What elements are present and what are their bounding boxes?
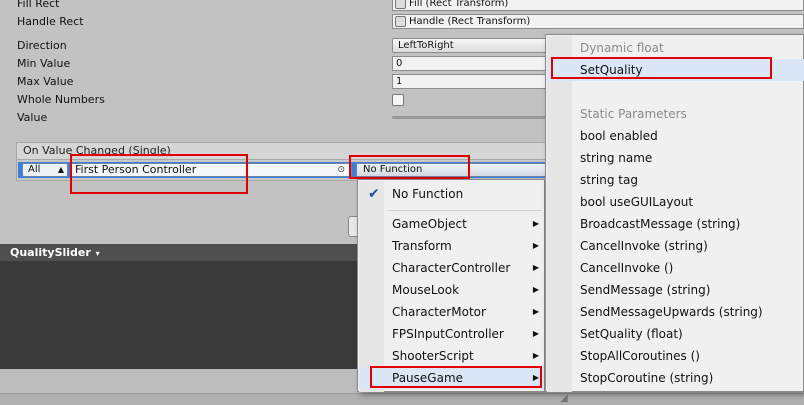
menu-item-sendmessageupwards[interactable]: SendMessageUpwards (string) (547, 301, 804, 323)
section-dynamic-float: Dynamic float (580, 41, 664, 55)
menu-item-label: CancelInvoke (string) (580, 239, 708, 253)
dropdown-arrow-icon: ▲ (57, 165, 64, 174)
fill-rect-value: Fill (Rect Transform) (409, 0, 509, 9)
whole-numbers-label: Whole Numbers (17, 93, 105, 106)
menu-item-label: Transform (392, 239, 452, 253)
menu-item-string-tag[interactable]: string tag (547, 169, 804, 191)
handle-rect-label: Handle Rect (17, 15, 84, 28)
method-menu: Dynamic float SetQuality Static Paramete… (545, 34, 804, 392)
min-value-field[interactable]: 0 (392, 56, 552, 71)
resize-grip-icon[interactable]: ◢ (560, 394, 572, 404)
submenu-arrow-icon: ▶ (532, 329, 539, 338)
menu-item-label: string name (580, 151, 653, 165)
submenu-arrow-icon: ▶ (532, 307, 539, 316)
component-menu: ✔ No Function GameObject ▶ Transform ▶ C… (357, 179, 545, 392)
menu-item-gameobject[interactable]: GameObject ▶ (359, 213, 544, 235)
dropdown-arrow-icon[interactable]: ▾ (93, 249, 100, 258)
menu-item-setquality-static[interactable]: SetQuality (float) (547, 323, 804, 345)
runtime-option-dropdown[interactable]: All ▲ (22, 163, 68, 177)
status-bar (0, 393, 804, 405)
menu-item-label: string tag (580, 173, 638, 187)
menu-item-stopcoroutine[interactable]: StopCoroutine (string) (547, 367, 804, 389)
rect-transform-icon (395, 0, 406, 9)
setquality-highlight-box (551, 57, 772, 79)
menu-item-label: CharacterController (392, 261, 511, 275)
min-value-value: 0 (396, 58, 403, 69)
menu-item-label: MouseLook (392, 283, 460, 297)
menu-item-charactercontroller[interactable]: CharacterController ▶ (359, 257, 544, 279)
menu-item-label: GameObject (392, 217, 467, 231)
direction-value: LeftToRight (398, 40, 454, 51)
menu-item-label: FPSInputController (392, 327, 504, 341)
menu-item-bool-useguilayout[interactable]: bool useGUILayout (547, 191, 804, 213)
menu-item-string-name[interactable]: string name (547, 147, 804, 169)
menu-item-charactermotor[interactable]: CharacterMotor ▶ (359, 301, 544, 323)
submenu-arrow-icon: ▶ (532, 351, 539, 360)
menu-item-sendmessage[interactable]: SendMessage (string) (547, 279, 804, 301)
value-label: Value (17, 111, 48, 124)
target-highlight-box (70, 154, 248, 194)
menu-item-transform[interactable]: Transform ▶ (359, 235, 544, 257)
menu-item-mouselook[interactable]: MouseLook ▶ (359, 279, 544, 301)
menu-item-shooterscript[interactable]: ShooterScript ▶ (359, 345, 544, 367)
pausegame-highlight-box (370, 366, 542, 388)
menu-item-cancelinvoke-string[interactable]: CancelInvoke (string) (547, 235, 804, 257)
function-highlight-box (349, 155, 470, 179)
direction-dropdown[interactable]: LeftToRight (392, 38, 552, 53)
max-value-field[interactable]: 1 (392, 74, 552, 89)
menu-item-label: SetQuality (float) (580, 327, 683, 341)
menu-item-label: BroadcastMessage (string) (580, 217, 741, 231)
menu-item-label: bool useGUILayout (580, 195, 694, 209)
section-static-parameters: Static Parameters (580, 107, 687, 121)
menu-item-label: SendMessageUpwards (string) (580, 305, 763, 319)
rect-transform-icon (395, 16, 406, 27)
menu-item-label: StopAllCoroutines () (580, 349, 700, 363)
max-value-label: Max Value (17, 75, 74, 88)
whole-numbers-checkbox[interactable] (392, 94, 404, 106)
menu-separator (388, 210, 542, 211)
direction-label: Direction (17, 39, 67, 52)
menu-item-label: CancelInvoke () (580, 261, 674, 275)
submenu-arrow-icon: ▶ (532, 219, 539, 228)
menu-item-label: ShooterScript (392, 349, 474, 363)
runtime-option-value: All (28, 164, 41, 175)
fill-rect-field[interactable]: Fill (Rect Transform) (392, 0, 804, 11)
min-value-label: Min Value (17, 57, 71, 70)
object-picker-icon[interactable]: ⊙ (337, 164, 345, 176)
handle-rect-field[interactable]: Handle (Rect Transform) (392, 14, 804, 29)
panel-title: QualitySlider (10, 246, 91, 259)
handle-rect-value: Handle (Rect Transform) (409, 16, 531, 27)
menu-item-label: No Function (392, 187, 464, 201)
menu-item-stopallcoroutines[interactable]: StopAllCoroutines () (547, 345, 804, 367)
checkmark-icon: ✔ (368, 186, 380, 202)
fill-rect-label: Fill Rect (17, 0, 60, 10)
max-value-value: 1 (396, 76, 403, 87)
submenu-arrow-icon: ▶ (532, 285, 539, 294)
submenu-arrow-icon: ▶ (532, 241, 539, 250)
menu-item-label: SendMessage (string) (580, 283, 711, 297)
menu-item-no-function[interactable]: ✔ No Function (359, 183, 544, 205)
menu-item-broadcastmessage[interactable]: BroadcastMessage (string) (547, 213, 804, 235)
menu-item-label: StopCoroutine (string) (580, 371, 714, 385)
menu-item-bool-enabled[interactable]: bool enabled (547, 125, 804, 147)
menu-item-fpsinputcontroller[interactable]: FPSInputController ▶ (359, 323, 544, 345)
submenu-arrow-icon: ▶ (532, 263, 539, 272)
menu-item-label: CharacterMotor (392, 305, 486, 319)
menu-item-cancelinvoke[interactable]: CancelInvoke () (547, 257, 804, 279)
menu-item-label: bool enabled (580, 129, 658, 143)
